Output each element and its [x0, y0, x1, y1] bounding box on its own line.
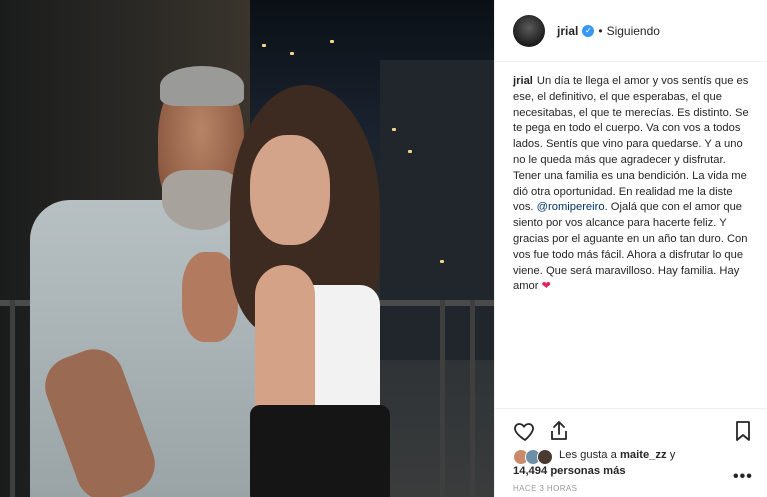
city-light [330, 40, 334, 43]
city-light [440, 260, 444, 263]
share-upload-icon[interactable] [547, 419, 571, 443]
likes-prefix: Les gusta a [559, 449, 620, 461]
separator-dot: • [598, 23, 603, 38]
liker-avatar [537, 449, 553, 465]
city-light [408, 150, 412, 153]
likes-count-line: 14,494 personas más [513, 465, 626, 477]
woman-skirt [250, 405, 390, 497]
liker-username-link[interactable]: maite_zz [620, 449, 667, 461]
post-photo[interactable] [0, 0, 494, 497]
verified-badge-icon: ✓ [582, 24, 595, 37]
avatar[interactable] [513, 14, 545, 47]
heart-outline-icon[interactable] [513, 419, 537, 443]
post-caption: jrial Un día te llega el amor y vos sentí… [513, 74, 753, 295]
woman-face [250, 135, 330, 245]
username-link[interactable]: jrial [557, 24, 578, 38]
likes-count-link[interactable]: 14,494 personas más [513, 465, 626, 477]
red-heart-emoji: ❤ [541, 280, 551, 293]
caption-author-link[interactable]: jrial [513, 75, 533, 87]
caption-text: . Ojalá que con el amor que siento por v… [513, 201, 748, 293]
follow-status-button[interactable]: Siguiendo [607, 24, 660, 38]
post-timestamp: HACE 3 HORAS [513, 484, 578, 493]
post-actions [495, 408, 767, 442]
likes-line: Les gusta a maite_zz y [559, 449, 675, 461]
railing-post [440, 300, 445, 497]
railing-post [10, 300, 15, 497]
likes-and: y [666, 449, 676, 461]
post-header: jrial ✓ • Siguiendo [495, 0, 767, 62]
caption-mention-link[interactable]: @romipereiro [537, 201, 605, 213]
more-options-button[interactable]: ••• [733, 468, 753, 486]
railing-post [470, 300, 475, 497]
likes-summary: Les gusta a maite_zz y 14,494 personas m… [513, 447, 753, 481]
post-side-panel: jrial ✓ • Siguiendo jrial Un día te llega… [494, 0, 767, 497]
city-light [262, 44, 266, 47]
woman-figure [220, 85, 400, 497]
city-light [290, 52, 294, 55]
bookmark-icon[interactable] [731, 419, 755, 443]
liker-avatars [513, 449, 555, 465]
caption-text: Un día te llega el amor y vos sentís que… [513, 75, 749, 214]
